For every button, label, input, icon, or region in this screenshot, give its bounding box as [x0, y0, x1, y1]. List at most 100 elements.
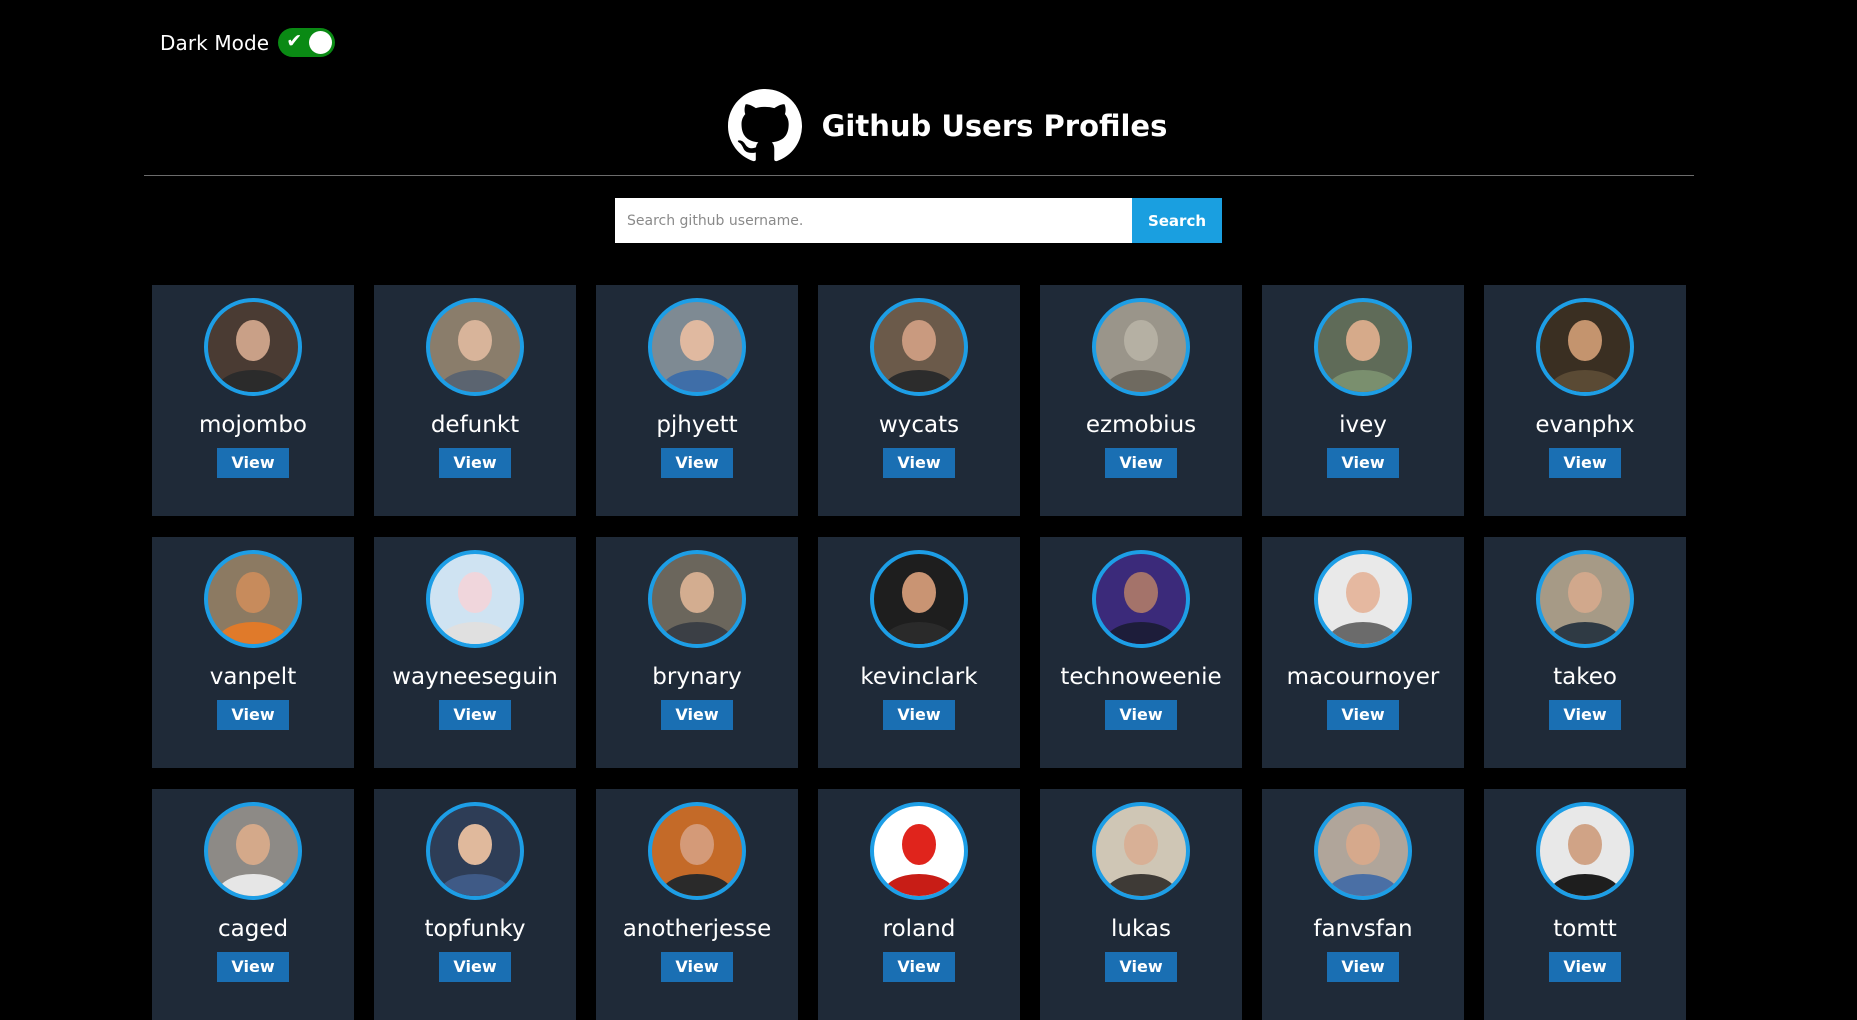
avatar-body	[1327, 369, 1399, 392]
user-card: roland View	[818, 789, 1020, 1020]
header-divider	[144, 175, 1694, 176]
user-card: pjhyett View	[596, 285, 798, 516]
avatar[interactable]	[648, 802, 746, 900]
avatar[interactable]	[1536, 298, 1634, 396]
view-profile-button[interactable]: View	[1327, 952, 1399, 982]
view-profile-button[interactable]: View	[883, 952, 955, 982]
user-card: lukas View	[1040, 789, 1242, 1020]
username: defunkt	[430, 412, 520, 438]
username: takeo	[1553, 664, 1617, 690]
view-profile-button[interactable]: View	[1549, 448, 1621, 478]
avatar-body	[217, 621, 289, 644]
avatar-face	[1123, 572, 1159, 614]
avatar[interactable]	[1536, 550, 1634, 648]
user-card: topfunky View	[374, 789, 576, 1020]
view-profile-button[interactable]: View	[217, 952, 289, 982]
view-profile-button[interactable]: View	[661, 448, 733, 478]
username: anotherjesse	[622, 916, 772, 942]
dark-mode-toggle[interactable]: ✔	[278, 28, 336, 57]
dark-mode-control: Dark Mode ✔	[160, 28, 336, 57]
avatar[interactable]	[1314, 802, 1412, 900]
avatar-face	[235, 572, 271, 614]
avatar[interactable]	[870, 550, 968, 648]
avatar-face	[1123, 320, 1159, 362]
avatar-body	[1105, 621, 1177, 644]
username: roland	[882, 916, 956, 942]
avatar[interactable]	[426, 298, 524, 396]
avatar-body	[439, 873, 511, 896]
username: vanpelt	[209, 664, 297, 690]
view-profile-button[interactable]: View	[217, 700, 289, 730]
user-card: takeo View	[1484, 537, 1686, 768]
username: caged	[217, 916, 289, 942]
search-input[interactable]	[615, 198, 1132, 243]
avatar-face	[901, 320, 937, 362]
avatar[interactable]	[204, 802, 302, 900]
avatar-face	[679, 572, 715, 614]
avatar[interactable]	[1092, 802, 1190, 900]
avatar-face	[901, 572, 937, 614]
avatar-body	[661, 369, 733, 392]
view-profile-button[interactable]: View	[661, 700, 733, 730]
avatar[interactable]	[648, 298, 746, 396]
user-card: ivey View	[1262, 285, 1464, 516]
username: brynary	[652, 664, 742, 690]
avatar-body	[439, 621, 511, 644]
avatar[interactable]	[426, 802, 524, 900]
avatar-body	[1549, 621, 1621, 644]
avatar[interactable]	[1092, 298, 1190, 396]
view-profile-button[interactable]: View	[1549, 700, 1621, 730]
toggle-knob	[309, 31, 333, 54]
avatar-face	[1345, 824, 1381, 866]
avatar-face	[679, 824, 715, 866]
avatar[interactable]	[870, 298, 968, 396]
avatar[interactable]	[870, 802, 968, 900]
username: pjhyett	[656, 412, 738, 438]
username: wycats	[878, 412, 960, 438]
avatar-face	[1345, 320, 1381, 362]
view-profile-button[interactable]: View	[1327, 448, 1399, 478]
dark-mode-label: Dark Mode	[160, 30, 270, 55]
username: fanvsfan	[1313, 916, 1413, 942]
view-profile-button[interactable]: View	[217, 448, 289, 478]
username: lukas	[1111, 916, 1171, 942]
view-profile-button[interactable]: View	[661, 952, 733, 982]
user-card: mojombo View	[152, 285, 354, 516]
user-card: wayneeseguin View	[374, 537, 576, 768]
avatar-face	[457, 572, 493, 614]
view-profile-button[interactable]: View	[439, 952, 511, 982]
avatar[interactable]	[1536, 802, 1634, 900]
username: mojombo	[198, 412, 307, 438]
user-card: macournoyer View	[1262, 537, 1464, 768]
user-card: anotherjesse View	[596, 789, 798, 1020]
view-profile-button[interactable]: View	[439, 448, 511, 478]
avatar-body	[883, 873, 955, 896]
avatar[interactable]	[648, 550, 746, 648]
avatar[interactable]	[1092, 550, 1190, 648]
view-profile-button[interactable]: View	[1105, 700, 1177, 730]
avatar-body	[1327, 621, 1399, 644]
view-profile-button[interactable]: View	[883, 700, 955, 730]
avatar-body	[661, 621, 733, 644]
view-profile-button[interactable]: View	[1549, 952, 1621, 982]
search-bar: Search	[615, 198, 1222, 243]
view-profile-button[interactable]: View	[1327, 700, 1399, 730]
username: ivey	[1339, 412, 1387, 438]
view-profile-button[interactable]: View	[883, 448, 955, 478]
avatar[interactable]	[204, 298, 302, 396]
page-title: Github Users Profiles	[821, 109, 1168, 143]
username: wayneeseguin	[392, 664, 558, 690]
avatar[interactable]	[1314, 298, 1412, 396]
view-profile-button[interactable]: View	[1105, 448, 1177, 478]
view-profile-button[interactable]: View	[439, 700, 511, 730]
user-card: ezmobius View	[1040, 285, 1242, 516]
search-button[interactable]: Search	[1132, 198, 1222, 243]
avatar[interactable]	[426, 550, 524, 648]
avatar[interactable]	[204, 550, 302, 648]
view-profile-button[interactable]: View	[1105, 952, 1177, 982]
username: topfunky	[424, 916, 526, 942]
avatar[interactable]	[1314, 550, 1412, 648]
avatar-body	[661, 873, 733, 896]
avatar-face	[235, 824, 271, 866]
avatar-body	[439, 369, 511, 392]
